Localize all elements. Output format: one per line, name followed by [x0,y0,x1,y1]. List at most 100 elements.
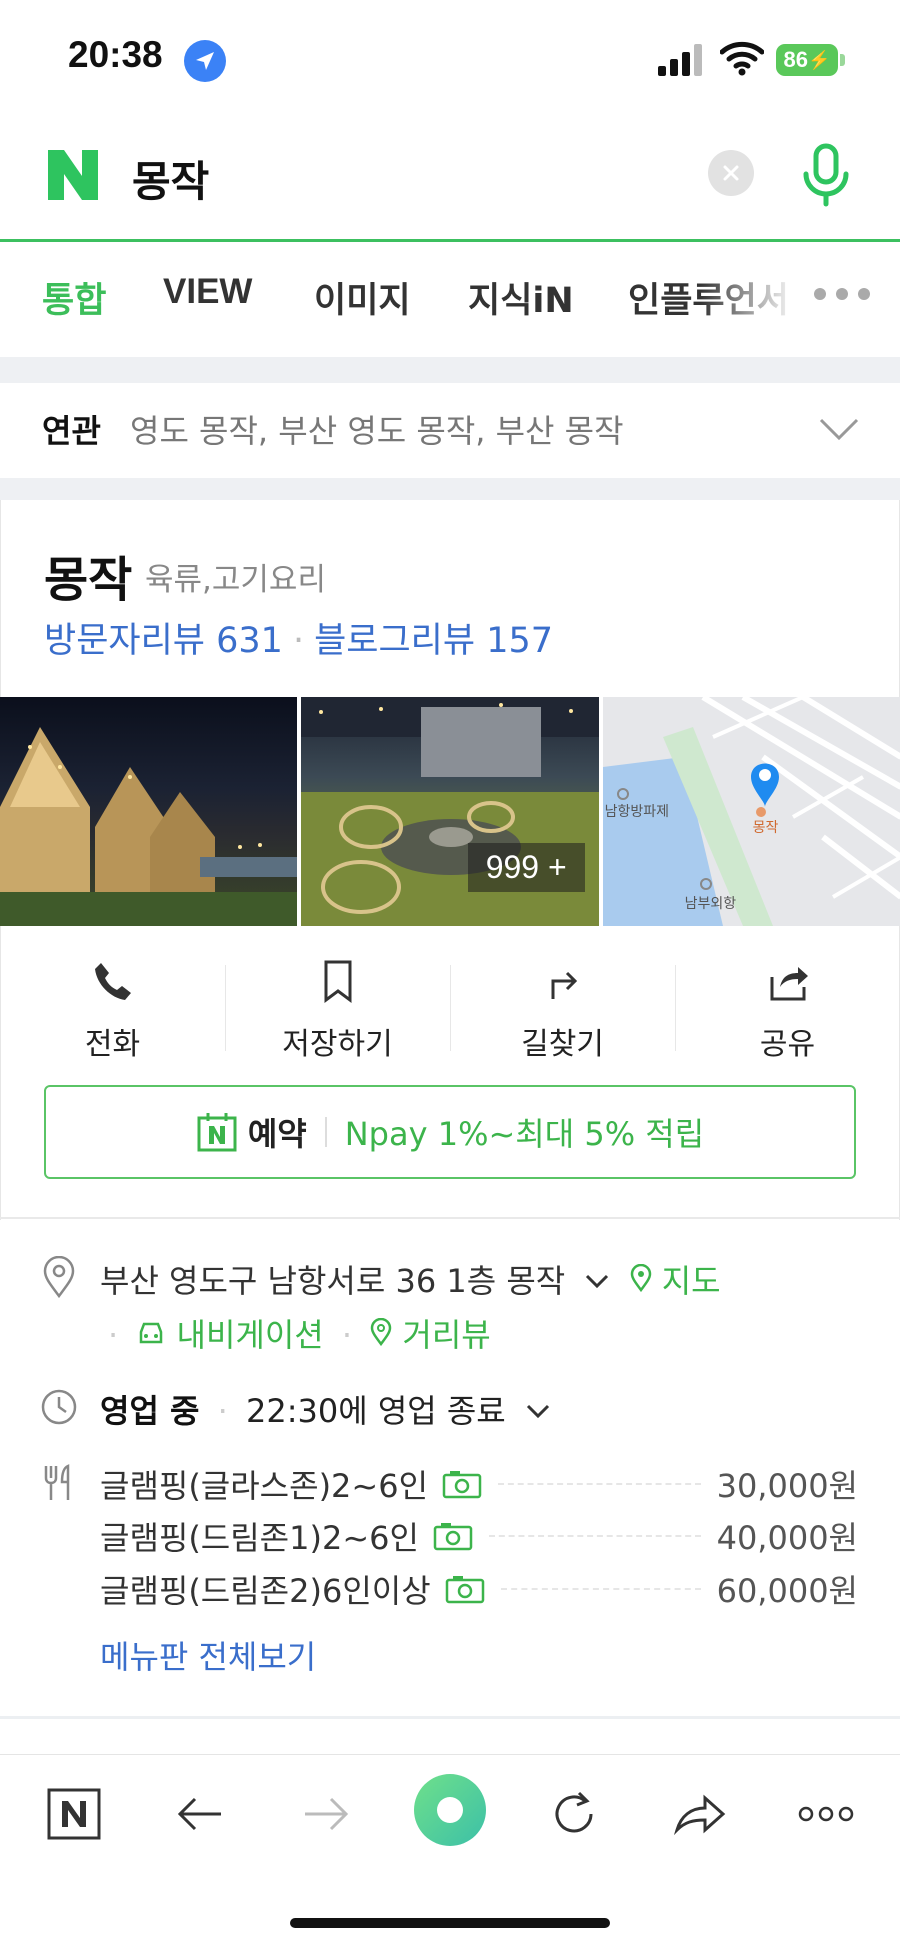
camera-icon[interactable] [433,1521,473,1551]
camera-icon[interactable] [442,1469,482,1499]
wifi-icon [719,40,765,76]
map-thumbnail[interactable]: 몽작 남항방파제 남부외항 [602,697,900,926]
photo-count-badge: 999 + [467,843,585,892]
navigation-link[interactable]: 내비게이션 [136,1316,324,1354]
booking-label: 예약 [247,1115,307,1153]
clear-search-button[interactable] [708,150,754,196]
business-hours-row[interactable]: 영업 중 · 22:30에 영업 종료 [100,1386,552,1432]
card-divider [0,1217,900,1219]
share-icon [770,967,808,1001]
menu-item-price: 60,000원 [716,1572,858,1610]
green-dot-icon [437,1797,463,1823]
place-category: 육류,고기요리 [145,562,326,598]
place-name[interactable]: 몽작 [44,540,132,610]
search-input[interactable]: 몽작 [132,148,209,209]
menu-item-price: 40,000원 [716,1519,858,1557]
tab-fade [700,262,820,322]
more-menu-icon[interactable] [796,1784,856,1844]
microphone-icon[interactable] [796,140,856,210]
cellular-signal-icon [656,44,704,76]
street-view-label: 거리뷰 [402,1316,491,1354]
photo-strip: 999 + 몽작 남항방파제 남부외항 [0,697,900,926]
save-label: 저장하기 [282,1027,393,1062]
naver-logo-icon[interactable] [44,146,102,204]
home-indicator [290,1918,610,1928]
visitor-reviews-link[interactable]: 방문자리뷰 631 [44,621,283,661]
npay-benefit: Npay 1%~최대 5% 적립 [344,1115,705,1153]
naver-booking-icon [197,1113,237,1152]
tab-images[interactable]: 이미지 [314,272,411,323]
map-pin-icon [630,1263,651,1293]
related-label: 연관 [42,412,101,450]
dotted-leader [500,1588,701,1590]
separator-dot: · [217,1392,228,1430]
navigation-row: · 내비게이션 · 거리뷰 [100,1310,491,1356]
chevron-down-icon[interactable] [818,414,860,444]
menu-item-name: 글램핑(글라스존)2~6인 [100,1467,429,1505]
menu-item[interactable]: 글램핑(드림존1)2~6인 40,000원 [100,1510,858,1562]
directions-button[interactable]: 길찾기 [450,945,675,1065]
separator-dot: · [108,1316,119,1354]
separator-dot: · [341,1316,353,1354]
battery-tip [840,54,845,66]
battery-indicator: 86 ⚡ [776,44,838,76]
blog-reviews-link[interactable]: 블로그리뷰 157 [314,621,553,661]
section-divider [0,1716,900,1719]
tab-view[interactable]: VIEW [163,272,252,312]
map-place-label: 몽작 [752,820,779,836]
map-link-label: 지도 [661,1262,721,1300]
share-button[interactable]: 공유 [675,945,900,1065]
menu-item[interactable]: 글램핑(드림존2)6인이상 60,000원 [100,1563,858,1615]
location-pin-icon [43,1256,75,1298]
menu-item-name: 글램핑(드림존1)2~6인 [100,1519,419,1557]
utensils-icon [44,1464,70,1500]
refresh-icon[interactable] [544,1784,604,1844]
directions-icon [551,971,577,999]
menu-item[interactable]: 글램핑(글라스존)2~6인 30,000원 [100,1458,858,1510]
camera-icon[interactable] [445,1574,485,1604]
closing-time: 22:30에 영업 종료 [245,1392,506,1430]
photo-glamping-tents[interactable] [0,697,298,926]
location-arrow-icon [184,40,226,82]
street-view-link[interactable]: 거리뷰 [370,1316,491,1354]
map-label: 남부외항 [684,896,737,912]
car-icon [140,1322,163,1344]
share-label: 공유 [759,1027,816,1062]
more-tabs-icon[interactable] [814,288,870,300]
dotted-leader [488,1535,701,1537]
share-arrow-icon[interactable] [670,1784,730,1844]
tab-all[interactable]: 통합 [42,272,106,323]
save-button[interactable]: 저장하기 [225,945,450,1065]
battery-level: 86 [783,47,809,72]
bookmark-icon [324,960,351,1003]
chevron-down-icon[interactable] [583,1272,611,1292]
menu-item-price: 30,000원 [716,1467,858,1505]
booking-button[interactable]: 예약 Npay 1%~최대 5% 적립 [44,1085,856,1179]
call-button[interactable]: 전화 [0,945,225,1065]
separator-dot: · [292,621,305,661]
forward-arrow-icon[interactable] [296,1784,356,1844]
review-links: 방문자리뷰 631 · 블로그리뷰 157 [44,612,553,663]
booking-separator [324,1117,327,1147]
dotted-leader [498,1483,701,1485]
photo-fire-pit[interactable]: 999 + [301,697,599,926]
back-arrow-icon[interactable] [170,1784,230,1844]
map-label: 남항방파제 [604,804,670,820]
map-link[interactable]: 지도 [630,1262,721,1300]
call-label: 전화 [84,1027,141,1062]
tab-knowledge-in[interactable]: 지식iN [468,272,574,323]
section-divider [0,357,900,383]
section-divider [0,478,900,500]
directions-label: 길찾기 [521,1027,604,1062]
open-status: 영업 중 [100,1392,200,1430]
naver-home-icon[interactable] [44,1784,104,1844]
related-keywords[interactable]: 영도 몽작, 부산 영도 몽작, 부산 몽작 [130,406,624,452]
address-text[interactable]: 부산 영도구 남항서로 36 1층 몽작 [100,1262,565,1300]
view-full-menu-link[interactable]: 메뉴판 전체보기 [100,1632,316,1678]
address-row: 부산 영도구 남항서로 36 1층 몽작 지도 [100,1256,721,1302]
chevron-down-icon[interactable] [524,1402,552,1422]
green-dot-button[interactable] [414,1774,486,1846]
phone-icon [94,963,131,1000]
action-bar: 전화 저장하기 길찾기 공유 [0,945,900,1065]
status-time: 20:38 [68,34,163,75]
